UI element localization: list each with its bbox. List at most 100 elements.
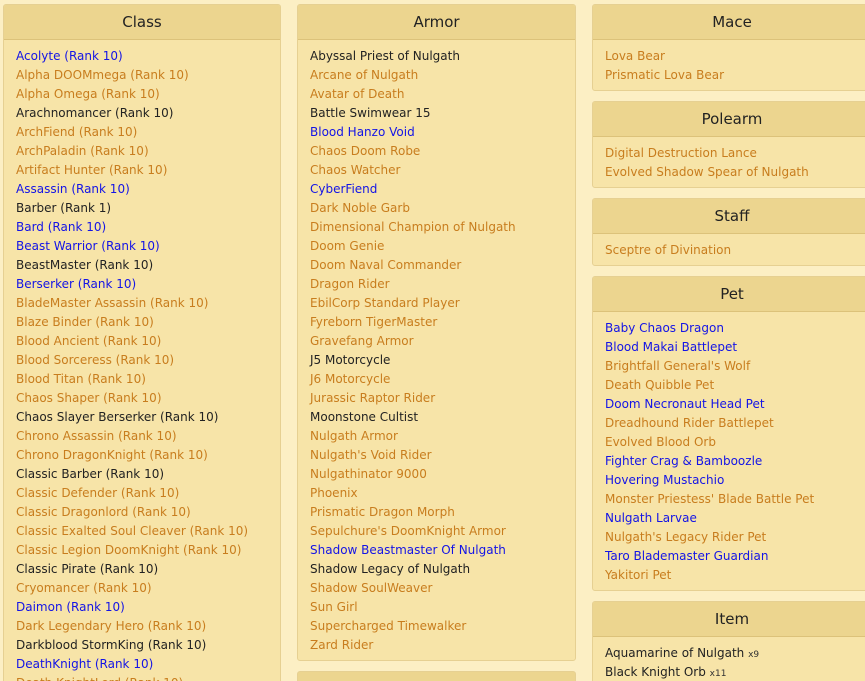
- list-item[interactable]: Doom Necronaut Head Pet: [605, 395, 859, 414]
- list-item[interactable]: Battle Swimwear 15: [310, 104, 563, 123]
- list-item[interactable]: Arachnomancer (Rank 10): [16, 104, 268, 123]
- list-item[interactable]: Death Quibble Pet: [605, 376, 859, 395]
- list-item[interactable]: Berserker (Rank 10): [16, 275, 268, 294]
- list-item[interactable]: Shadow Beastmaster Of Nulgath: [310, 541, 563, 560]
- list-item[interactable]: Chaos Doom Robe: [310, 142, 563, 161]
- list-item[interactable]: Classic Legion DoomKnight (Rank 10): [16, 541, 268, 560]
- list-item[interactable]: BeastMaster (Rank 10): [16, 256, 268, 275]
- list-item[interactable]: Gravefang Armor: [310, 332, 563, 351]
- list-item[interactable]: Blood Titan (Rank 10): [16, 370, 268, 389]
- list-item[interactable]: Assassin (Rank 10): [16, 180, 268, 199]
- list-item[interactable]: Classic Pirate (Rank 10): [16, 560, 268, 579]
- item-label: Chrono DragonKnight (Rank 10): [16, 448, 208, 462]
- list-item[interactable]: Abyssal Priest of Nulgath: [310, 47, 563, 66]
- list-item[interactable]: BladeMaster Assassin (Rank 10): [16, 294, 268, 313]
- list-item[interactable]: Blood Hanzo Void: [310, 123, 563, 142]
- list-item[interactable]: Cryomancer (Rank 10): [16, 579, 268, 598]
- list-item[interactable]: Sceptre of Divination: [605, 241, 859, 260]
- list-item[interactable]: Baby Chaos Dragon: [605, 319, 859, 338]
- list-item[interactable]: Hovering Mustachio: [605, 471, 859, 490]
- list-item[interactable]: Death KnightLord (Rank 10): [16, 674, 268, 681]
- list-item[interactable]: Chrono DragonKnight (Rank 10): [16, 446, 268, 465]
- list-item[interactable]: Zard Rider: [310, 636, 563, 655]
- item-label: Nulgath Larvae: [605, 511, 697, 525]
- list-item[interactable]: Classic Barber (Rank 10): [16, 465, 268, 484]
- list-item[interactable]: Shadow SoulWeaver: [310, 579, 563, 598]
- list-item[interactable]: Classic Exalted Soul Cleaver (Rank 10): [16, 522, 268, 541]
- polearm-panel-title: Polearm: [593, 102, 865, 137]
- item-label: Battle Swimwear 15: [310, 106, 431, 120]
- list-item[interactable]: Phoenix: [310, 484, 563, 503]
- list-item[interactable]: Taro Blademaster Guardian: [605, 547, 859, 566]
- list-item[interactable]: Dreadhound Rider Battlepet: [605, 414, 859, 433]
- item-label: Assassin (Rank 10): [16, 182, 130, 196]
- item-label: J6 Motorcycle: [310, 372, 391, 386]
- list-item[interactable]: Blaze Binder (Rank 10): [16, 313, 268, 332]
- list-item[interactable]: Chaos Watcher: [310, 161, 563, 180]
- list-item[interactable]: Alpha DOOMmega (Rank 10): [16, 66, 268, 85]
- item-label: Supercharged Timewalker: [310, 619, 467, 633]
- list-item[interactable]: ArchFiend (Rank 10): [16, 123, 268, 142]
- list-item[interactable]: Classic Defender (Rank 10): [16, 484, 268, 503]
- list-item[interactable]: J5 Motorcycle: [310, 351, 563, 370]
- list-item[interactable]: Acolyte (Rank 10): [16, 47, 268, 66]
- list-item[interactable]: EbilCorp Standard Player: [310, 294, 563, 313]
- list-item[interactable]: Dark Legendary Hero (Rank 10): [16, 617, 268, 636]
- list-item[interactable]: Fyreborn TigerMaster: [310, 313, 563, 332]
- list-item[interactable]: Classic Dragonlord (Rank 10): [16, 503, 268, 522]
- list-item[interactable]: Arcane of Nulgath: [310, 66, 563, 85]
- list-item[interactable]: Bard (Rank 10): [16, 218, 268, 237]
- list-item[interactable]: Nulgath Larvae: [605, 509, 859, 528]
- list-item[interactable]: Chaos Shaper (Rank 10): [16, 389, 268, 408]
- list-item[interactable]: Blood Sorceress (Rank 10): [16, 351, 268, 370]
- item-quantity: x9: [748, 650, 760, 660]
- list-item[interactable]: ArchPaladin (Rank 10): [16, 142, 268, 161]
- list-item[interactable]: Jurassic Raptor Rider: [310, 389, 563, 408]
- list-item[interactable]: Nulgath Armor: [310, 427, 563, 446]
- list-item[interactable]: Nulgath's Legacy Rider Pet: [605, 528, 859, 547]
- list-item[interactable]: Alpha Omega (Rank 10): [16, 85, 268, 104]
- list-item[interactable]: Evolved Blood Orb: [605, 433, 859, 452]
- list-item[interactable]: Blood Ancient (Rank 10): [16, 332, 268, 351]
- list-item[interactable]: Prismatic Lova Bear: [605, 66, 859, 85]
- list-item[interactable]: Nulgath's Void Rider: [310, 446, 563, 465]
- item-label: Prismatic Lova Bear: [605, 68, 725, 82]
- list-item[interactable]: Lova Bear: [605, 47, 859, 66]
- list-item[interactable]: Chrono Assassin (Rank 10): [16, 427, 268, 446]
- list-item[interactable]: Digital Destruction Lance: [605, 144, 859, 163]
- list-item[interactable]: Avatar of Death: [310, 85, 563, 104]
- list-item[interactable]: Sun Girl: [310, 598, 563, 617]
- item-label: Chaos Watcher: [310, 163, 401, 177]
- list-item[interactable]: Yakitori Pet: [605, 566, 859, 585]
- list-item[interactable]: Aquamarine of Nulgath x9: [605, 644, 859, 663]
- list-item[interactable]: Darkblood StormKing (Rank 10): [16, 636, 268, 655]
- list-item[interactable]: Beast Warrior (Rank 10): [16, 237, 268, 256]
- list-item[interactable]: Sepulchure's DoomKnight Armor: [310, 522, 563, 541]
- list-item[interactable]: Daimon (Rank 10): [16, 598, 268, 617]
- list-item[interactable]: Doom Genie: [310, 237, 563, 256]
- list-item[interactable]: CyberFiend: [310, 180, 563, 199]
- list-item[interactable]: Shadow Legacy of Nulgath: [310, 560, 563, 579]
- list-item[interactable]: Blood Makai Battlepet: [605, 338, 859, 357]
- list-item[interactable]: Monster Priestess' Blade Battle Pet: [605, 490, 859, 509]
- list-item[interactable]: Dimensional Champion of Nulgath: [310, 218, 563, 237]
- list-item[interactable]: Black Knight Orb x11: [605, 663, 859, 681]
- list-item[interactable]: Fighter Crag & Bamboozle: [605, 452, 859, 471]
- list-item[interactable]: Doom Naval Commander: [310, 256, 563, 275]
- staff-panel-title: Staff: [593, 199, 865, 234]
- item-label: Blood Sorceress (Rank 10): [16, 353, 175, 367]
- list-item[interactable]: Artifact Hunter (Rank 10): [16, 161, 268, 180]
- list-item[interactable]: Chaos Slayer Berserker (Rank 10): [16, 408, 268, 427]
- list-item[interactable]: Supercharged Timewalker: [310, 617, 563, 636]
- list-item[interactable]: Dark Noble Garb: [310, 199, 563, 218]
- list-item[interactable]: Evolved Shadow Spear of Nulgath: [605, 163, 859, 182]
- list-item[interactable]: J6 Motorcycle: [310, 370, 563, 389]
- list-item[interactable]: Prismatic Dragon Morph: [310, 503, 563, 522]
- item-label: Chrono Assassin (Rank 10): [16, 429, 177, 443]
- list-item[interactable]: Barber (Rank 1): [16, 199, 268, 218]
- list-item[interactable]: Brightfall General's Wolf: [605, 357, 859, 376]
- list-item[interactable]: Nulgathinator 9000: [310, 465, 563, 484]
- list-item[interactable]: DeathKnight (Rank 10): [16, 655, 268, 674]
- list-item[interactable]: Moonstone Cultist: [310, 408, 563, 427]
- list-item[interactable]: Dragon Rider: [310, 275, 563, 294]
